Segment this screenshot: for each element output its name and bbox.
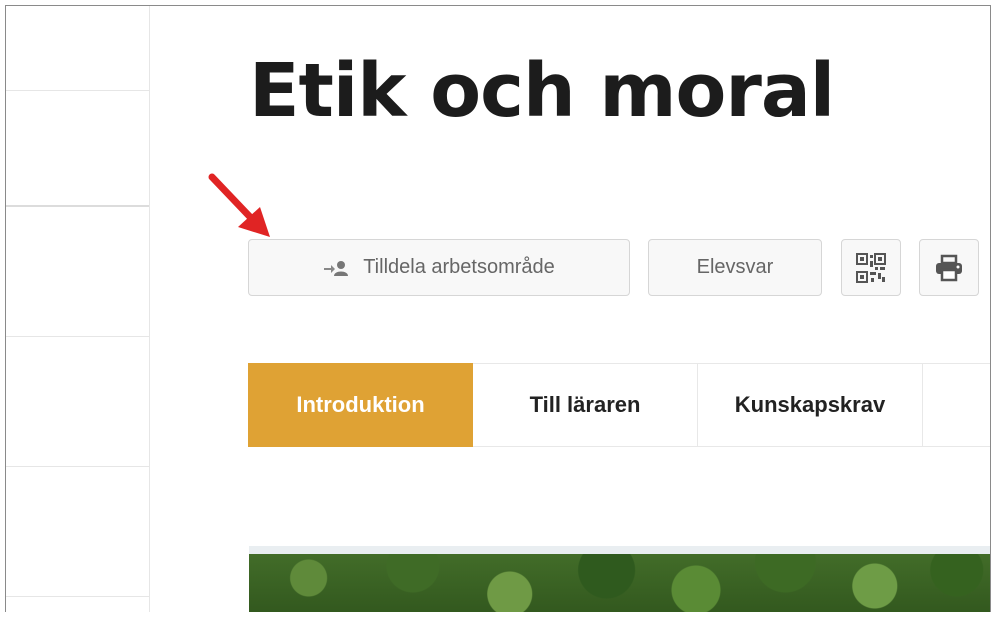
print-button[interactable]: [919, 239, 979, 296]
page-title: Etik och moral: [249, 48, 835, 134]
tab-more[interactable]: [923, 363, 990, 447]
printer-icon: [936, 254, 962, 281]
bottom-margin: [0, 612, 996, 624]
tab-bar: Introduktion Till läraren Kunskapskrav: [248, 363, 990, 447]
tab-kunskapskrav[interactable]: Kunskapskrav: [698, 363, 923, 447]
forest-sky: [249, 546, 990, 554]
assign-work-area-button[interactable]: Tilldela arbetsområde: [248, 239, 630, 296]
sidebar-divider: [6, 466, 149, 467]
student-answers-label: Elevsvar: [696, 256, 774, 278]
tab-label: Till läraren: [529, 392, 641, 417]
sidebar-divider: [6, 336, 149, 337]
sidebar-divider: [6, 596, 149, 597]
assign-button-label: Tilldela arbetsområde: [363, 256, 555, 278]
student-answers-button[interactable]: Elevsvar: [648, 239, 822, 296]
qr-code-button[interactable]: [841, 239, 901, 296]
tab-till-lararen[interactable]: Till läraren: [473, 363, 698, 447]
qr-code-icon: [856, 252, 886, 283]
add-user-icon: [323, 260, 349, 276]
page-frame: Etik och moral Tilldela arbetsområde Ele…: [5, 5, 991, 618]
sidebar-divider: [6, 205, 149, 207]
tab-introduktion[interactable]: Introduktion: [248, 363, 473, 447]
sidebar: [6, 6, 150, 618]
tab-label: Kunskapskrav: [734, 392, 886, 417]
tab-label: Introduktion: [296, 392, 425, 417]
annotation-arrow-icon: [208, 173, 270, 237]
sidebar-divider: [6, 90, 149, 91]
forest-image: [249, 546, 990, 618]
